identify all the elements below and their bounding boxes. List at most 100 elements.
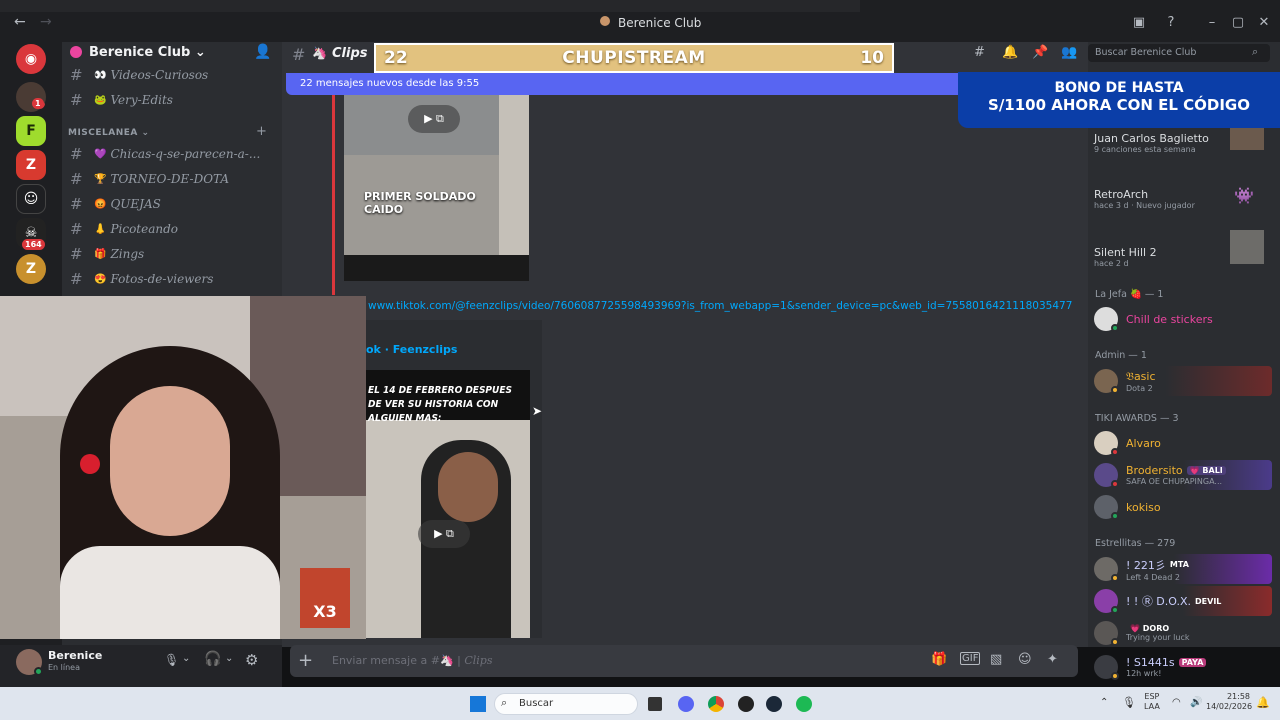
discord-server-icon[interactable]: ☺ (16, 184, 46, 214)
volume-icon[interactable]: 🔊 (1190, 697, 1202, 708)
member-item[interactable]: ! S1441s PAYA 12h wrk! (1094, 650, 1272, 684)
taskbar-search[interactable]: ⌕ Buscar (494, 693, 638, 715)
search-icon[interactable]: ⌕ (1252, 45, 1258, 59)
add-channel-icon[interactable]: + (256, 124, 267, 139)
tiktok-link[interactable]: www.tiktok.com/@feenzclips/video/7606087… (368, 300, 1072, 312)
server-icon[interactable]: Z (16, 150, 46, 180)
home-server-icon[interactable]: ◉ (16, 44, 46, 74)
taskbar-search-input[interactable]: Buscar (519, 698, 553, 709)
headphones-icon[interactable]: 🎧 (204, 651, 221, 667)
member-item[interactable]: 𝔅asic Dota 2 (1094, 366, 1272, 396)
member-name: kokiso (1126, 500, 1161, 514)
search-box[interactable]: Buscar Berenice Club ⌕ (1088, 44, 1270, 62)
member-item[interactable]: ! 221彡 MTA Left 4 Dead 2 (1094, 554, 1272, 584)
embed-provider[interactable]: ok · Feenzclips (366, 343, 457, 356)
close-button[interactable]: ✕ (1255, 14, 1273, 32)
channel-very-edits[interactable]: # 🐸 Very-Edits (70, 89, 274, 111)
apps-icon[interactable]: ✦ (1047, 652, 1058, 667)
member-item[interactable]: Chill de stickers (1094, 304, 1272, 334)
member-item[interactable]: Brodersito 💗 BALI SAFA OE CHUPAPINGA... (1094, 460, 1272, 490)
gear-icon[interactable]: ⚙ (245, 651, 258, 669)
member-name: ! ! Ⓡ D.O.X. (1126, 595, 1192, 608)
play-icon[interactable]: ▶ ⧉ (418, 520, 470, 548)
bell-icon[interactable]: 🔔 (1002, 45, 1018, 60)
forward-arrow-icon[interactable]: → (40, 14, 52, 30)
gif-icon[interactable]: GIF (960, 652, 981, 665)
threads-icon[interactable]: # (974, 45, 985, 60)
new-messages-banner[interactable]: 22 mensajes nuevos desde las 9:55 (286, 73, 988, 95)
channel-fotos-de-viewers[interactable]: # 😍 Fotos-de-viewers (70, 268, 274, 290)
add-friend-icon[interactable]: 👤 (254, 44, 271, 60)
hash-icon: # (292, 45, 306, 64)
notifications-icon[interactable]: 🔔 (1256, 696, 1270, 709)
taskbar (0, 687, 1280, 720)
activity-card[interactable]: Silent Hill 2 hace 2 d (1094, 230, 1272, 272)
server-icon[interactable]: F (16, 116, 46, 146)
channel-videos-curiosos[interactable]: # 👀 Videos-Curiosos (70, 64, 274, 86)
avatar (1094, 431, 1119, 456)
member-activity: Dota 2 (1126, 383, 1153, 393)
right-score: 10 (860, 48, 884, 68)
channel-chicas[interactable]: # 💜 Chicas-q-se-parecen-a-... (70, 143, 274, 165)
member-name: Brodersito (1126, 464, 1183, 477)
discord-app-icon[interactable] (678, 696, 694, 712)
chevron-up-icon[interactable]: ⌃ (1100, 697, 1108, 708)
server-name[interactable]: Berenice Club ⌄ (89, 45, 206, 60)
search-input[interactable]: Buscar Berenice Club (1095, 47, 1196, 58)
avatar (1094, 369, 1119, 394)
member-item[interactable]: Alvaro (1094, 428, 1272, 458)
obs-icon[interactable] (738, 696, 754, 712)
video-thumbnail[interactable]: ▶ ⧉ PRIMER SOLDADO CAIDO (344, 95, 529, 281)
chevron-down-icon[interactable]: ⌄ (182, 653, 190, 664)
channel-torneo-de-dota[interactable]: # 🏆 TORNEO-DE-DOTA (70, 168, 274, 190)
add-attachment-icon[interactable]: + (298, 650, 313, 671)
search-icon: ⌕ (501, 696, 508, 709)
channel-name: Chicas-q-se-parecen-a-... (110, 147, 261, 161)
wifi-icon[interactable]: ◠ (1172, 697, 1181, 708)
back-arrow-icon[interactable]: ← (14, 14, 26, 30)
chrome-icon[interactable] (708, 696, 724, 712)
avatar (1094, 557, 1119, 582)
browser-tab-strip (0, 0, 860, 12)
task-view-icon[interactable] (648, 697, 662, 711)
microphone-icon[interactable]: 🎙 (1122, 696, 1136, 709)
maximize-button[interactable]: ▢ (1229, 14, 1247, 32)
clock[interactable]: 21:58 14/02/2026 (1206, 692, 1252, 712)
member-list-icon[interactable]: 👥 (1061, 45, 1077, 60)
channel-picoteando[interactable]: # 👃 Picoteando (70, 218, 274, 240)
emoji-icon[interactable]: ☺ (1018, 652, 1032, 667)
spotify-icon[interactable] (796, 696, 812, 712)
channel-zings[interactable]: # 🎁 Zings (70, 243, 274, 265)
windows-start-icon[interactable] (470, 696, 486, 712)
pin-icon[interactable]: 📌 (1032, 45, 1048, 60)
avatar (1094, 655, 1119, 680)
member-item[interactable]: ! ! Ⓡ D.O.X. DEVIL (1094, 586, 1272, 616)
avatar (1094, 307, 1119, 332)
avatar (1094, 621, 1119, 646)
chevron-down-icon[interactable]: ⌄ (225, 653, 233, 664)
channel-quejas[interactable]: # 😡 QUEJAS (70, 193, 274, 215)
steam-icon[interactable] (766, 696, 782, 712)
username[interactable]: Berenice (48, 649, 102, 662)
member-item[interactable]: kokiso (1094, 492, 1272, 522)
activity-card[interactable]: RetroArch hace 3 d · Nuevo jugador 👾 (1094, 184, 1272, 214)
video-thumbnail[interactable]: EL 14 DE FEBRERO DESPUES DE VER SU HISTO… (366, 370, 530, 638)
member-tag: MTA (1169, 560, 1189, 569)
inbox-icon[interactable]: ▣ (1130, 14, 1148, 32)
category-miscelanea[interactable]: MISCELANEA ⌄ (68, 128, 150, 138)
member-name: ! 221彡 (1126, 558, 1166, 572)
help-icon[interactable]: ? (1162, 14, 1180, 32)
activity-card[interactable]: Juan Carlos Baglietto 9 canciones esta s… (1094, 128, 1272, 158)
avatar[interactable] (16, 649, 43, 676)
microphone-icon[interactable]: 🎙 (164, 653, 179, 667)
play-icon[interactable]: ▶ ⧉ (408, 105, 460, 133)
minimize-button[interactable]: – (1203, 14, 1221, 32)
gift-icon[interactable]: 🎁 (931, 652, 947, 667)
language-indicator[interactable]: ESP LAA (1144, 692, 1160, 712)
composer-placeholder[interactable]: Enviar mensaje a #🦄 | Clips (332, 654, 493, 667)
channel-emoji: 👃 (94, 223, 107, 235)
avatar (1094, 495, 1119, 520)
server-icon[interactable]: Z (16, 254, 46, 284)
member-item[interactable]: 💗 DORO Trying your luck (1094, 618, 1272, 648)
sticker-icon[interactable]: ▧ (990, 652, 1002, 667)
